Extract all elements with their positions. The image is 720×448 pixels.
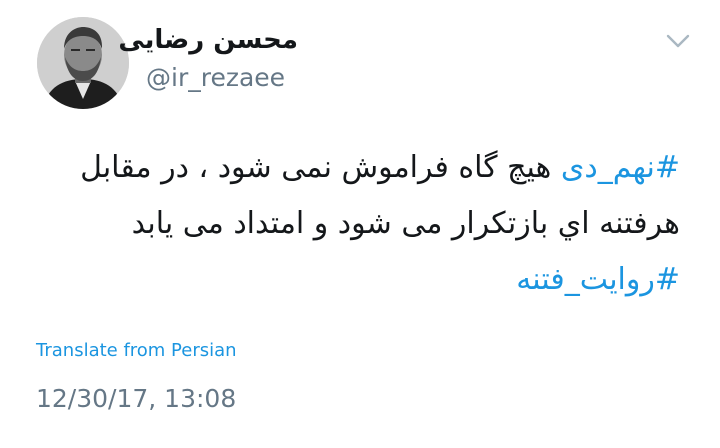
translate-link[interactable]: Translate from Persian <box>36 340 237 362</box>
avatar[interactable] <box>37 17 129 109</box>
timestamp[interactable]: 12/30/17, 13:08 <box>36 384 236 414</box>
user-handle[interactable]: @ir_rezaee <box>146 62 285 94</box>
profile-photo <box>37 17 129 109</box>
display-name[interactable]: محسن رضایی <box>118 22 298 58</box>
tweet-text-segment: هیچ گاه فراموش نمی شود ، در مقابل <box>80 150 561 185</box>
hashtag-link[interactable]: #نهم_دی <box>561 150 680 185</box>
tweet-text: #نهم_دی هیچ گاه فراموش نمی شود ، در مقاب… <box>30 140 680 308</box>
tweet-card: محسن رضایی @ir_rezaee #نهم_دی هیچ گاه فر… <box>0 0 720 448</box>
tweet-line: #روایت_فتنه <box>30 252 680 308</box>
hashtag-link[interactable]: #روایت_فتنه <box>516 262 680 297</box>
chevron-down-icon[interactable] <box>664 30 692 52</box>
tweet-text-segment: هرفتنه اي بازتکرار می شود و امتداد می یا… <box>131 206 680 241</box>
tweet-line: #نهم_دی هیچ گاه فراموش نمی شود ، در مقاب… <box>30 140 680 196</box>
tweet-line: هرفتنه اي بازتکرار می شود و امتداد می یا… <box>30 196 680 252</box>
